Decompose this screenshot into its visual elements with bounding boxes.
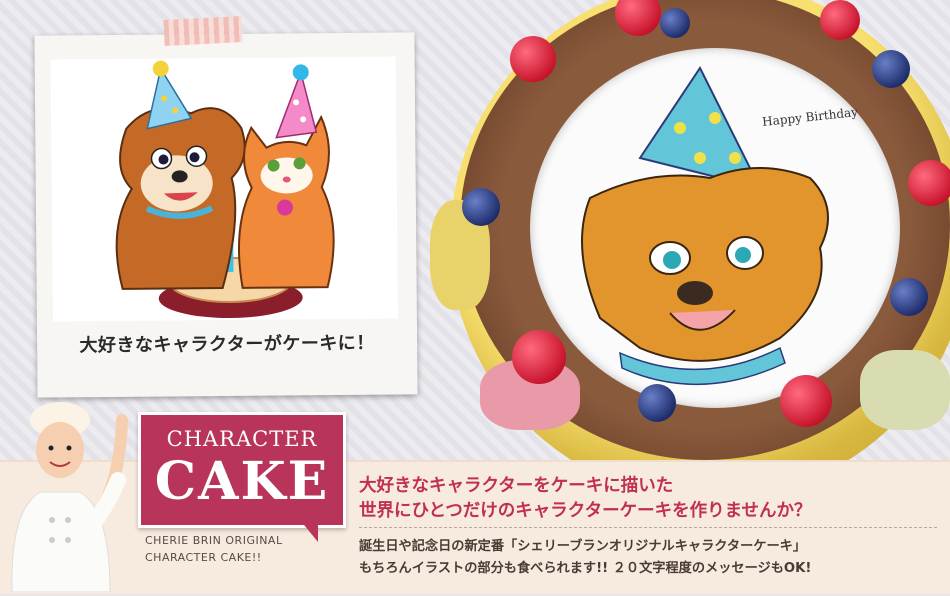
masking-tape <box>163 15 243 47</box>
body-line-2: もちろんイラストの部分も食べられます!! ２０文字程度のメッセージもOK! <box>359 561 812 576</box>
raspberry <box>780 375 832 427</box>
headline-line-1: 大好きなキャラクターをケーキに描いた <box>359 476 674 496</box>
cake-photo: Happy Birthday <box>420 0 950 460</box>
headline: 大好きなキャラクターをケーキに描いた 世界にひとつだけのキャラクターケーキを作り… <box>359 474 812 524</box>
polaroid-card: 大好きなキャラクターがケーキに！ <box>34 32 418 398</box>
raspberry <box>908 160 950 206</box>
badge-top-text: CHARACTER <box>166 427 318 451</box>
blueberry <box>660 8 690 38</box>
subtitle: CHERIE BRIN ORIGINAL CHARACTER CAKE!! <box>145 532 283 566</box>
subtitle-line-1: CHERIE BRIN ORIGINAL <box>145 534 283 547</box>
headline-line-2: 世界にひとつだけのキャラクターケーキを作りませんか？ <box>359 501 812 521</box>
subtitle-line-2: CHARACTER CAKE!! <box>145 551 262 564</box>
chocolate-plate: Happy Birthday <box>530 48 900 408</box>
chef-illustration <box>0 400 140 593</box>
blueberry <box>872 50 910 88</box>
dog-drawing <box>581 66 829 385</box>
body-text: 誕生日や記念日の新定番「シェリーブランオリジナルキャラクターケーキ」 もちろんイ… <box>359 536 811 580</box>
character-illustration <box>50 56 398 322</box>
blueberry <box>638 384 676 422</box>
blueberry <box>462 188 500 226</box>
character-cake-badge: CHARACTER CAKE <box>138 412 346 528</box>
badge-main-text: CAKE <box>154 451 330 512</box>
raspberry <box>512 330 566 384</box>
dashed-divider <box>359 527 937 528</box>
body-line-1: 誕生日や記念日の新定番「シェリーブランオリジナルキャラクターケーキ」 <box>359 539 807 554</box>
raspberry <box>510 36 556 82</box>
polaroid-caption: 大好きなキャラクターがケーキに！ <box>79 332 375 357</box>
blueberry <box>890 278 928 316</box>
raspberry <box>820 0 860 40</box>
dog-and-cat-illustration <box>115 60 335 318</box>
party-hat-icon <box>146 66 193 130</box>
badge-tail <box>300 520 318 542</box>
